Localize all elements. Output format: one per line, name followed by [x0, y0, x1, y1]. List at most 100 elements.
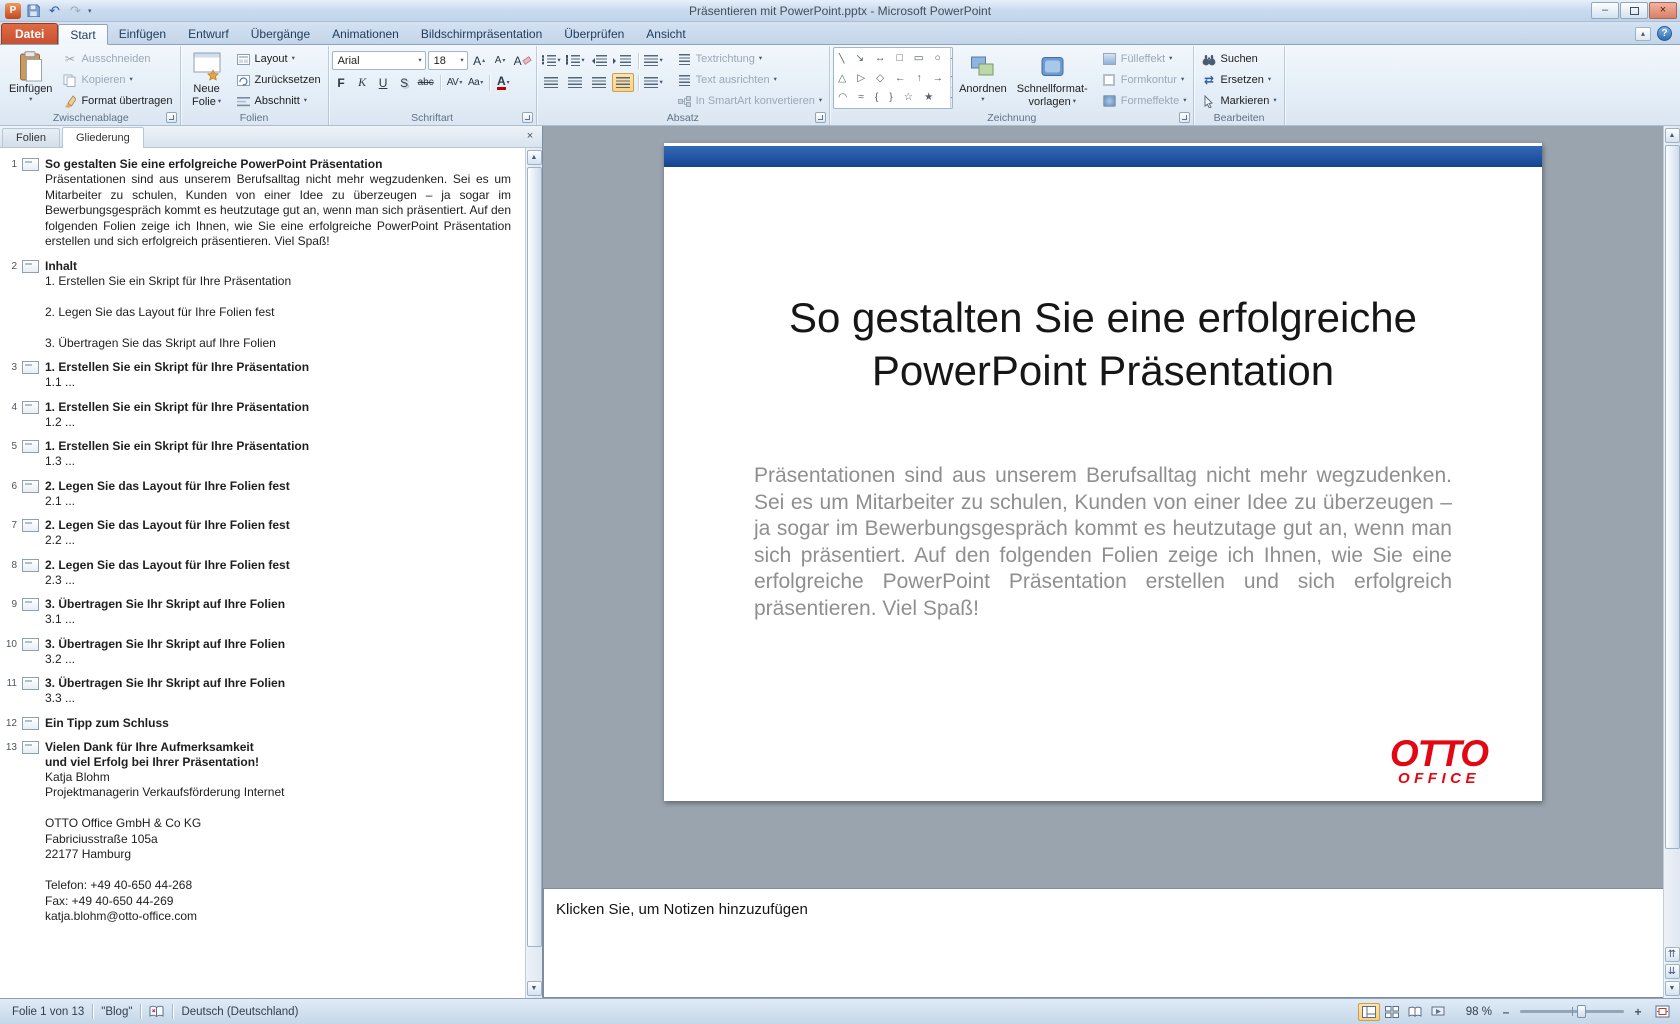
outline-item[interactable]: 11 3. Übertragen Sie Ihr Skript auf Ihre… — [2, 676, 525, 707]
normal-view-button[interactable] — [1358, 1003, 1380, 1021]
tab-uebergaenge[interactable]: Übergänge — [240, 23, 321, 44]
grow-font-button[interactable]: A▴ — [470, 51, 489, 70]
outline-item[interactable]: 8 2. Legen Sie das Layout für Ihre Folie… — [2, 558, 525, 589]
close-panel-icon[interactable]: × — [523, 130, 537, 144]
outline-item[interactable]: 4 1. Erstellen Sie ein Skript für Ihre P… — [2, 400, 525, 431]
slide-thumbnail-icon[interactable] — [22, 260, 39, 273]
tab-einfuegen[interactable]: Einfügen — [108, 23, 177, 44]
character-spacing-button[interactable]: AV▾ — [445, 73, 464, 92]
save-button[interactable] — [25, 2, 42, 19]
slide-thumbnail-icon[interactable] — [22, 717, 39, 730]
outline-slide-body[interactable]: 1.2 ... — [45, 415, 511, 431]
tab-folien[interactable]: Folien — [2, 128, 60, 147]
shape-effects-button[interactable]: Formeffekte ▾ — [1098, 91, 1191, 111]
select-button[interactable]: Markieren ▾ — [1197, 91, 1280, 111]
outline-item[interactable]: 9 3. Übertragen Sie Ihr Skript auf Ihre … — [2, 597, 525, 628]
justify-button[interactable] — [612, 73, 634, 92]
tab-entwurf[interactable]: Entwurf — [177, 23, 240, 44]
scroll-down-icon[interactable]: ▼ — [1665, 981, 1680, 996]
gallery-scroll-up-button[interactable]: ▴ — [951, 48, 953, 68]
tab-bildschirmpraesentation[interactable]: Bildschirmpräsentation — [410, 23, 553, 44]
copy-button[interactable]: Kopieren ▾ — [58, 70, 176, 90]
numbering-button[interactable]: ▾ — [564, 51, 586, 70]
align-text-button[interactable]: Text ausrichten ▾ — [673, 70, 826, 90]
outline-item[interactable]: 10 3. Übertragen Sie Ihr Skript auf Ihre… — [2, 637, 525, 668]
zoom-slider[interactable] — [1520, 1010, 1624, 1013]
outline-slide-title[interactable]: 3. Übertragen Sie Ihr Skript auf Ihre Fo… — [45, 676, 511, 691]
redo-button[interactable]: ↷ — [67, 2, 84, 19]
outline-item[interactable]: 6 2. Legen Sie das Layout für Ihre Folie… — [2, 479, 525, 510]
gallery-more-button[interactable]: ▾ — [951, 87, 953, 108]
slide-thumbnail-icon[interactable] — [22, 677, 39, 690]
slide-sorter-view-button[interactable] — [1381, 1003, 1403, 1021]
theme-name[interactable]: "Blog" — [93, 1006, 140, 1018]
tab-ueberpruefen[interactable]: Überprüfen — [553, 23, 635, 44]
slide-editor-area[interactable]: So gestalten Sie eine erfolgreiche Power… — [543, 126, 1663, 888]
outline-item[interactable]: 13 Vielen Dank für Ihre Aufmerksamkeit u… — [2, 740, 525, 925]
outline-slide-title[interactable]: Inhalt — [45, 259, 511, 274]
slide-thumbnail-icon[interactable] — [22, 741, 39, 754]
paste-button[interactable]: Einfügen ▾ — [5, 47, 56, 111]
scrollbar-thumb[interactable] — [1665, 145, 1680, 849]
align-right-button[interactable] — [588, 73, 610, 92]
strikethrough-button[interactable]: abc — [416, 73, 436, 92]
shapes-gallery[interactable]: ╲ ↘ ↔ □ ▭ ○ △ ▷ ◇ ← ↑ → ◠ ≈ { } ☆ ★ ▴ ▾ … — [833, 47, 953, 109]
outline-slide-body[interactable]: 2.2 ... — [45, 533, 511, 549]
italic-button[interactable]: K — [353, 73, 372, 92]
decrease-indent-button[interactable] — [588, 51, 610, 70]
outline-item[interactable]: 7 2. Legen Sie das Layout für Ihre Folie… — [2, 518, 525, 549]
shape-fill-button[interactable]: Fülleffekt ▾ — [1098, 49, 1191, 69]
arrange-button[interactable]: Anordnen ▾ — [955, 47, 1011, 111]
minimize-button[interactable]: – — [1591, 2, 1619, 19]
outline-slide-title[interactable]: 1. Erstellen Sie ein Skript für Ihre Prä… — [45, 400, 511, 415]
slide-body-text[interactable]: Präsentationen sind aus unserem Berufsal… — [754, 463, 1452, 622]
outline-slide-body[interactable]: 1.3 ... — [45, 454, 511, 470]
outline-slide-body[interactable]: 2.3 ... — [45, 573, 511, 589]
outline-item[interactable]: 1 So gestalten Sie eine erfolgreiche Pow… — [2, 157, 525, 250]
slide-indicator[interactable]: Folie 1 von 13 — [4, 1006, 92, 1018]
outline-view[interactable]: 1 So gestalten Sie eine erfolgreiche Pow… — [0, 148, 525, 998]
replace-button[interactable]: ⇄ Ersetzen ▾ — [1197, 70, 1280, 90]
scroll-down-icon[interactable]: ▼ — [527, 981, 542, 996]
align-center-button[interactable] — [564, 73, 586, 92]
outline-slide-body[interactable]: 1.1 ... — [45, 375, 511, 391]
outline-slide-body[interactable]: 3.1 ... — [45, 612, 511, 628]
outline-slide-body[interactable]: Präsentationen sind aus unserem Berufsal… — [45, 172, 511, 250]
powerpoint-app-icon[interactable]: P — [5, 3, 21, 19]
font-name-select[interactable]: Arial ▾ — [332, 51, 426, 70]
text-direction-button[interactable]: Textrichtung ▾ — [673, 49, 826, 69]
reset-button[interactable]: Zurücksetzen — [232, 70, 325, 90]
layout-button[interactable]: Layout ▾ — [232, 49, 325, 69]
paragraph-dialog-launcher[interactable] — [815, 112, 826, 123]
columns-button[interactable]: ▾ — [643, 73, 665, 92]
outline-slide-title[interactable]: 2. Legen Sie das Layout für Ihre Folien … — [45, 518, 511, 533]
align-left-button[interactable] — [540, 73, 562, 92]
zoom-percentage[interactable]: 98 % — [1456, 1006, 1492, 1018]
quick-styles-button[interactable]: Schnellformat- vorlagen▾ — [1013, 47, 1092, 111]
reading-view-button[interactable] — [1404, 1003, 1426, 1021]
spellcheck-status-button[interactable] — [141, 1005, 172, 1018]
language-indicator[interactable]: Deutsch (Deutschland) — [173, 1006, 306, 1018]
notes-pane[interactable]: Klicken Sie, um Notizen hinzuzufügen — [543, 888, 1663, 998]
slide-thumbnail-icon[interactable] — [22, 638, 39, 651]
customize-qat-dropdown[interactable]: ▾ — [88, 7, 92, 15]
shape-outline-button[interactable]: Formkontur ▾ — [1098, 70, 1191, 90]
slide-thumbnail-icon[interactable] — [22, 401, 39, 414]
help-icon[interactable]: ? — [1657, 26, 1672, 41]
outline-item[interactable]: 5 1. Erstellen Sie ein Skript für Ihre P… — [2, 439, 525, 470]
cut-button[interactable]: ✂ Ausschneiden — [58, 49, 176, 69]
outline-slide-title[interactable]: 2. Legen Sie das Layout für Ihre Folien … — [45, 479, 511, 494]
tab-datei[interactable]: Datei — [1, 23, 58, 44]
increase-indent-button[interactable] — [612, 51, 634, 70]
tab-animationen[interactable]: Animationen — [321, 23, 410, 44]
format-painter-button[interactable]: Format übertragen — [58, 91, 176, 111]
font-size-select[interactable]: 18 ▾ — [428, 51, 468, 70]
fit-to-window-button[interactable] — [1652, 1003, 1672, 1021]
change-case-button[interactable]: Aa▾ — [466, 73, 485, 92]
slide-thumbnail-icon[interactable] — [22, 559, 39, 572]
outline-slide-title[interactable]: So gestalten Sie eine erfolgreiche Power… — [45, 157, 511, 172]
convert-smartart-button[interactable]: In SmartArt konvertieren ▾ — [673, 91, 826, 111]
scroll-up-icon[interactable]: ▲ — [1665, 128, 1680, 143]
slide-title-text[interactable]: So gestalten Sie eine erfolgreiche Power… — [734, 291, 1472, 397]
tab-start[interactable]: Start — [58, 24, 107, 45]
